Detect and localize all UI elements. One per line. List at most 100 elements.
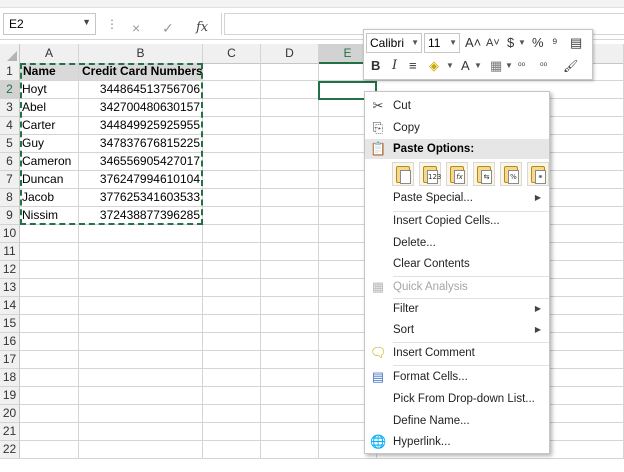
paste-transpose-button[interactable]: ⇆	[473, 162, 495, 186]
empty-cell[interactable]	[203, 207, 261, 225]
name-box[interactable]: E2 ▼	[3, 13, 96, 35]
format-table-icon[interactable]: ▤	[570, 33, 582, 53]
empty-cell[interactable]	[79, 423, 203, 441]
menu-item-paste-special[interactable]: Paste Special... ▶	[365, 187, 549, 209]
row-header-14[interactable]: 14	[0, 297, 20, 315]
empty-cell[interactable]	[20, 225, 79, 243]
center-align-icon[interactable]: ≡	[409, 56, 417, 76]
empty-cell[interactable]	[261, 171, 319, 189]
menu-item-sort[interactable]: Sort ▶	[365, 319, 549, 341]
empty-cell[interactable]	[203, 153, 261, 171]
paste-formatting-button[interactable]: %	[500, 162, 522, 186]
decrease-font-size-icon[interactable]: A˅	[486, 33, 500, 53]
row-header-20[interactable]: 20	[0, 405, 20, 423]
fill-color-icon[interactable]: ◈	[429, 56, 439, 76]
empty-cell[interactable]	[20, 423, 79, 441]
empty-cell[interactable]	[203, 279, 261, 297]
currency-dropdown-icon[interactable]: ▼	[518, 33, 526, 53]
menu-item-hyperlink[interactable]: 🌐 Hyperlink...	[365, 431, 549, 453]
menu-item-filter[interactable]: Filter ▶	[365, 298, 549, 320]
empty-cell[interactable]	[20, 243, 79, 261]
empty-cell[interactable]	[203, 423, 261, 441]
empty-cell[interactable]	[203, 297, 261, 315]
empty-cell[interactable]	[203, 369, 261, 387]
insert-function-icon[interactable]: fx	[196, 20, 208, 35]
row-header-18[interactable]: 18	[0, 369, 20, 387]
column-header-b[interactable]: B	[79, 44, 203, 64]
empty-cell[interactable]	[20, 333, 79, 351]
empty-cell[interactable]	[261, 135, 319, 153]
empty-cell[interactable]	[261, 351, 319, 369]
name-cell[interactable]: Cameron	[20, 153, 79, 171]
card-number-cell[interactable]: 346556905427017	[79, 153, 203, 171]
percent-icon[interactable]: %	[532, 33, 544, 53]
paste-link-button[interactable]: ⚭	[527, 162, 549, 186]
row-header-22[interactable]: 22	[0, 441, 20, 459]
row-header-16[interactable]: 16	[0, 333, 20, 351]
empty-cell[interactable]	[261, 207, 319, 225]
header-cell-name[interactable]: Name	[20, 63, 79, 81]
empty-cell[interactable]	[261, 225, 319, 243]
empty-cell[interactable]	[203, 243, 261, 261]
row-header-8[interactable]: 8	[0, 189, 20, 207]
paste-formulas-button[interactable]: fx	[446, 162, 468, 186]
empty-cell[interactable]	[203, 441, 261, 459]
name-cell[interactable]: Hoyt	[20, 81, 79, 99]
empty-cell[interactable]	[20, 297, 79, 315]
empty-cell[interactable]	[203, 171, 261, 189]
empty-cell[interactable]	[203, 387, 261, 405]
empty-cell[interactable]	[203, 333, 261, 351]
empty-cell[interactable]	[261, 387, 319, 405]
row-header-4[interactable]: 4	[0, 117, 20, 135]
empty-cell[interactable]	[79, 297, 203, 315]
borders-icon[interactable]: ▦	[490, 56, 502, 76]
column-header-c[interactable]: C	[203, 44, 261, 64]
card-number-cell[interactable]: 377625341603533	[79, 189, 203, 207]
card-number-cell[interactable]: 372438877396285	[79, 207, 203, 225]
empty-cell[interactable]	[20, 405, 79, 423]
empty-cell[interactable]	[203, 405, 261, 423]
empty-cell[interactable]	[79, 405, 203, 423]
menu-item-insert-copied-cells[interactable]: Insert Copied Cells...	[365, 210, 549, 232]
empty-cell[interactable]	[20, 351, 79, 369]
empty-cell[interactable]	[261, 81, 319, 99]
cancel-icon[interactable]: ×	[132, 20, 140, 36]
empty-cell[interactable]	[20, 261, 79, 279]
font-color-icon[interactable]: A	[461, 56, 470, 76]
currency-icon[interactable]: $	[507, 33, 514, 53]
row-header-5[interactable]: 5	[0, 135, 20, 153]
card-number-cell[interactable]: 376247994610104	[79, 171, 203, 189]
card-number-cell[interactable]: 344849925925955	[79, 117, 203, 135]
empty-cell[interactable]	[203, 63, 261, 81]
empty-cell[interactable]	[261, 261, 319, 279]
empty-cell[interactable]	[20, 441, 79, 459]
menu-item-insert-comment[interactable]: 🗨 Insert Comment	[365, 342, 549, 364]
empty-cell[interactable]	[261, 369, 319, 387]
font-size-dropdown-icon[interactable]: ▼	[449, 34, 457, 52]
menu-item-format-cells[interactable]: ▤ Format Cells...	[365, 366, 549, 388]
name-cell[interactable]: Abel	[20, 99, 79, 117]
empty-cell[interactable]	[79, 315, 203, 333]
name-cell[interactable]: Guy	[20, 135, 79, 153]
empty-cell[interactable]	[20, 279, 79, 297]
fill-color-dropdown-icon[interactable]: ▼	[446, 56, 454, 76]
empty-cell[interactable]	[203, 81, 261, 99]
empty-cell[interactable]	[261, 441, 319, 459]
empty-cell[interactable]	[79, 387, 203, 405]
empty-cell[interactable]	[79, 333, 203, 351]
name-cell[interactable]: Duncan	[20, 171, 79, 189]
empty-cell[interactable]	[261, 243, 319, 261]
row-header-21[interactable]: 21	[0, 423, 20, 441]
row-header-13[interactable]: 13	[0, 279, 20, 297]
menu-item-clear-contents[interactable]: Clear Contents	[365, 253, 549, 275]
column-header-d[interactable]: D	[261, 44, 319, 64]
row-header-15[interactable]: 15	[0, 315, 20, 333]
format-painter-icon[interactable]: 🖌	[563, 56, 578, 76]
empty-cell[interactable]	[79, 261, 203, 279]
row-header-1[interactable]: 1	[0, 63, 20, 81]
borders-dropdown-icon[interactable]: ▼	[505, 56, 513, 76]
empty-cell[interactable]	[261, 117, 319, 135]
empty-cell[interactable]	[261, 153, 319, 171]
comma-style-icon[interactable]: ⁹	[552, 33, 558, 53]
row-header-10[interactable]: 10	[0, 225, 20, 243]
